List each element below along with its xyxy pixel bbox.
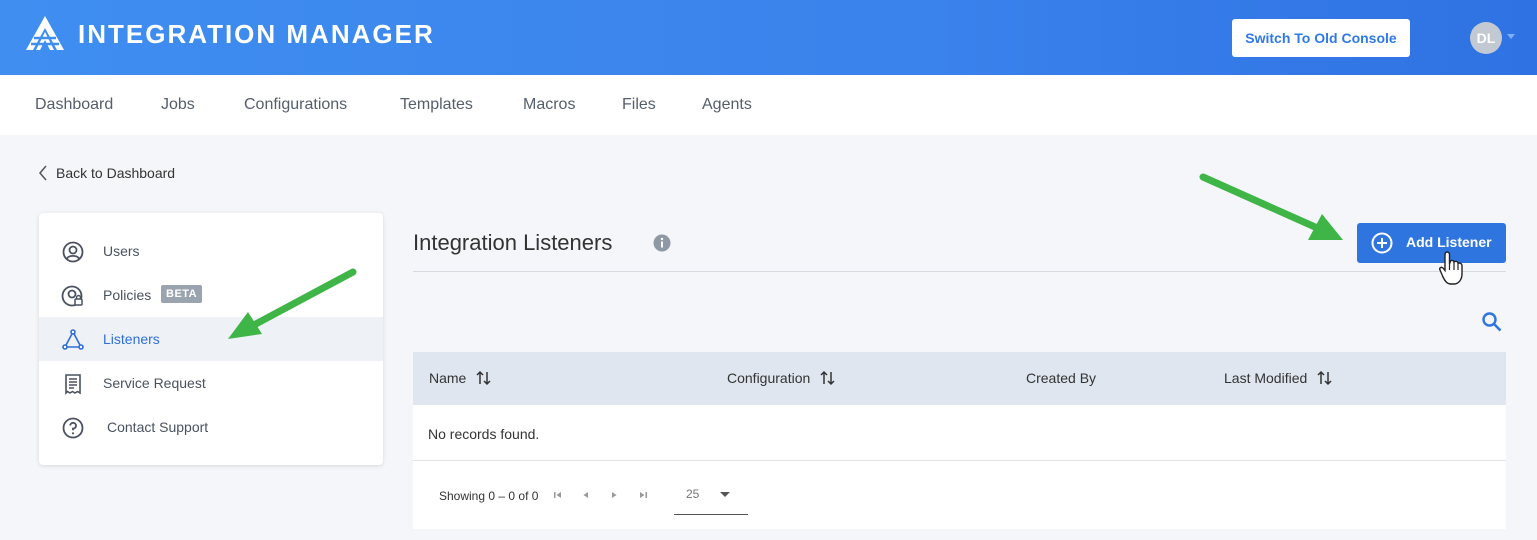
plus-circle-icon xyxy=(1371,232,1393,254)
add-listener-label: Add Listener xyxy=(1406,234,1492,250)
sidebar-item-label: Users xyxy=(103,243,140,259)
back-to-dashboard-link[interactable]: Back to Dashboard xyxy=(38,165,175,181)
add-listener-button[interactable]: Add Listener xyxy=(1357,223,1506,263)
network-nodes-icon xyxy=(62,329,84,350)
rows-per-page-value: 25 xyxy=(686,487,700,501)
back-link-label: Back to Dashboard xyxy=(56,165,176,181)
annotation-arrow-add-button xyxy=(1199,173,1343,240)
avatar[interactable]: DL xyxy=(1470,22,1502,54)
empty-message: No records found. xyxy=(428,426,540,442)
column-label: Name xyxy=(429,370,467,386)
top-header: INTEGRATION MANAGER Switch To Old Consol… xyxy=(0,0,1537,75)
sidebar-item-contact-support[interactable]: Contact Support xyxy=(39,405,383,449)
info-icon[interactable] xyxy=(653,234,671,252)
beta-badge: BETA xyxy=(161,285,203,303)
avatar-dropdown-icon[interactable] xyxy=(1507,34,1515,39)
sidebar-item-label: Service Request xyxy=(103,375,206,391)
nav-configurations[interactable]: Configurations xyxy=(244,96,347,114)
search-icon[interactable] xyxy=(1481,311,1503,333)
user-lock-icon xyxy=(61,285,83,307)
sidebar-item-label: Listeners xyxy=(103,331,160,347)
sidebar-item-service-request[interactable]: Service Request xyxy=(39,361,383,405)
previous-page-icon[interactable] xyxy=(580,489,592,501)
column-label: Created By xyxy=(1026,370,1097,386)
nav-jobs[interactable]: Jobs xyxy=(161,96,195,114)
nav-files[interactable]: Files xyxy=(622,96,656,114)
rows-per-page-select[interactable]: 25 xyxy=(674,475,748,515)
column-header-name[interactable]: Name xyxy=(429,370,492,386)
nav-templates[interactable]: Templates xyxy=(400,96,473,114)
nav-agents[interactable]: Agents xyxy=(702,96,752,114)
sidebar-item-label: Contact Support xyxy=(107,419,209,435)
column-label: Configuration xyxy=(727,370,811,386)
sidebar-item-policies[interactable]: Policies BETA xyxy=(39,273,383,317)
last-page-icon[interactable] xyxy=(637,489,649,501)
table-header: Name Configuration Created By Last Modif… xyxy=(413,352,1506,405)
main-nav: Dashboard Jobs Configurations Templates … xyxy=(0,75,1537,135)
question-circle-icon xyxy=(62,417,84,439)
chevron-left-icon xyxy=(39,165,47,181)
settings-sidebar: Users Policies BETA Listeners Service Re… xyxy=(39,213,383,465)
page-title: Integration Listeners xyxy=(413,230,613,255)
app-title: INTEGRATION MANAGER xyxy=(78,19,435,49)
sort-icon xyxy=(1317,370,1332,386)
next-page-icon[interactable] xyxy=(608,489,620,501)
column-header-created-by[interactable]: Created By xyxy=(1026,370,1096,386)
user-circle-icon xyxy=(62,241,84,263)
table-paginator: Showing 0 – 0 of 0 25 xyxy=(413,461,1506,529)
nav-macros[interactable]: Macros xyxy=(523,96,575,114)
switch-to-old-console-button[interactable]: Switch To Old Console xyxy=(1232,19,1410,57)
sidebar-item-listeners[interactable]: Listeners xyxy=(39,317,383,361)
sort-icon xyxy=(476,370,491,386)
first-page-icon[interactable] xyxy=(552,489,564,501)
sort-icon xyxy=(820,370,835,386)
app-logo[interactable] xyxy=(24,14,66,52)
column-header-configuration[interactable]: Configuration xyxy=(727,370,836,386)
pagination-summary: Showing 0 – 0 of 0 xyxy=(439,489,539,503)
table-body: No records found. xyxy=(413,405,1506,461)
logo-icon xyxy=(26,16,64,50)
nav-dashboard[interactable]: Dashboard xyxy=(35,96,113,114)
receipt-icon xyxy=(65,374,81,395)
title-divider xyxy=(413,271,1506,272)
column-label: Last Modified xyxy=(1224,370,1308,386)
chevron-down-icon xyxy=(720,492,730,497)
column-header-last-modified[interactable]: Last Modified xyxy=(1224,370,1333,386)
sidebar-item-label: Policies xyxy=(103,287,152,303)
sidebar-item-users[interactable]: Users xyxy=(39,229,383,273)
